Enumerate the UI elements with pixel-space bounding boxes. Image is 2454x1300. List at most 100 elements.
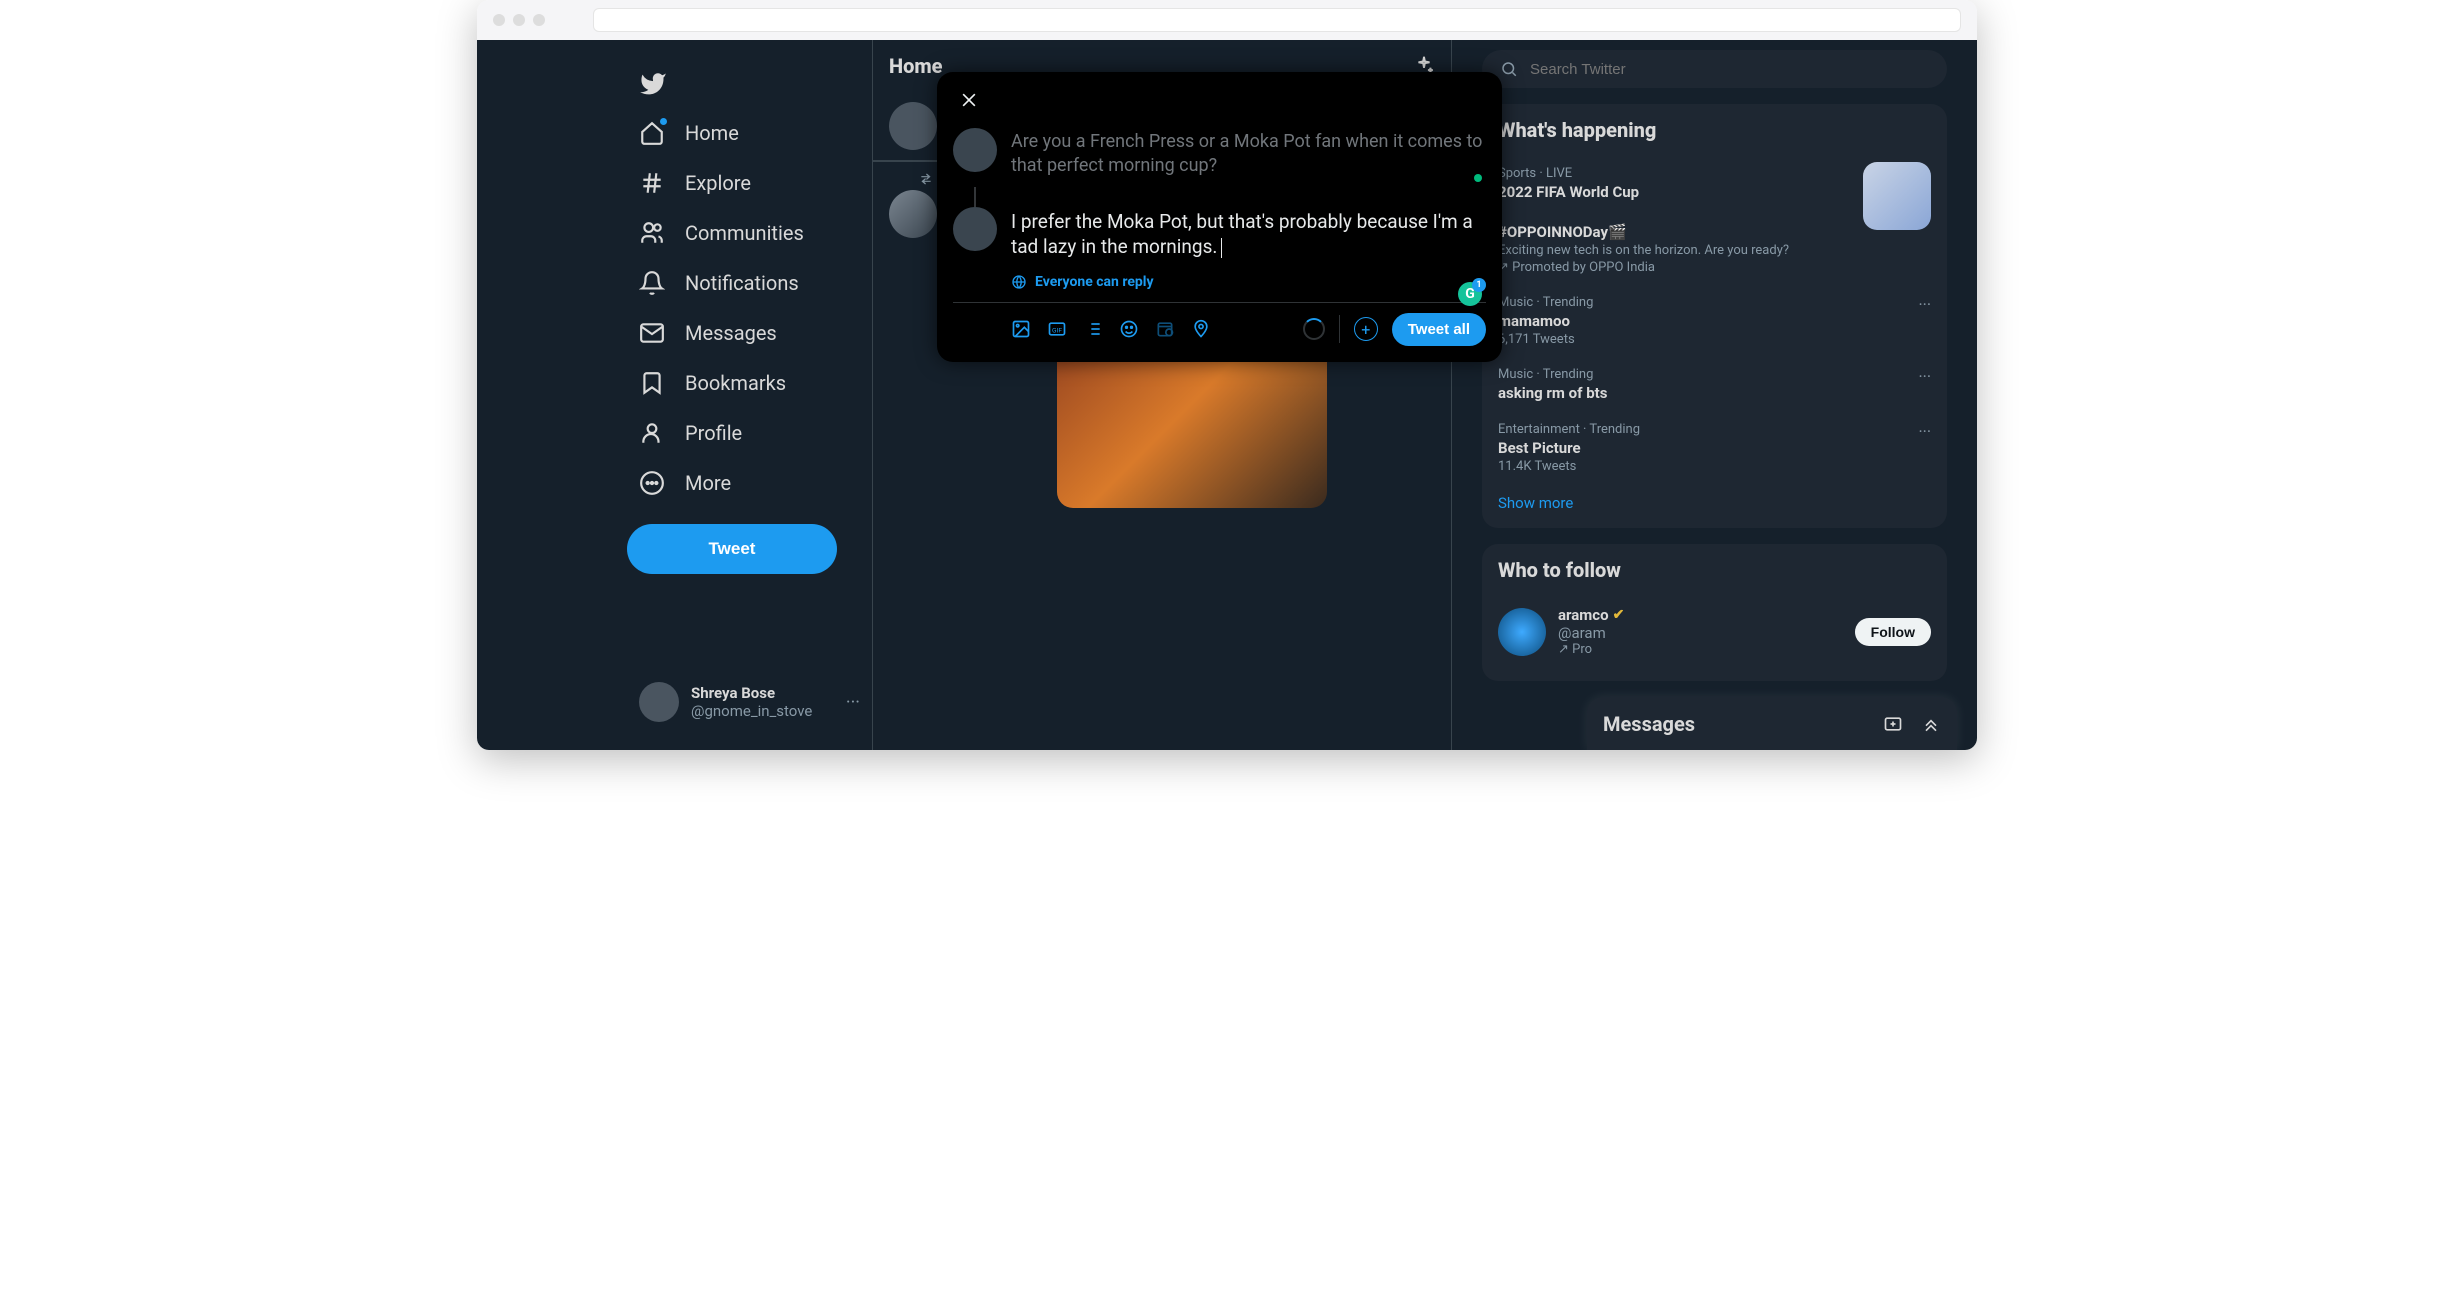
- grammarly-badge: 1: [1472, 278, 1486, 292]
- follow-handle: @aram: [1558, 624, 1624, 642]
- whats-happening-panel: What's happening Sports · LIVE 2022 FIFA…: [1482, 104, 1947, 528]
- media-icon[interactable]: [1011, 319, 1031, 339]
- account-name: Shreya Bose: [691, 684, 812, 702]
- add-tweet-button[interactable]: +: [1354, 317, 1378, 341]
- avatar: [953, 128, 997, 172]
- nav-label: Explore: [685, 171, 751, 195]
- grammarly-icon[interactable]: G1: [1458, 282, 1482, 306]
- compose-modal: Are you a French Press or a Moka Pot fan…: [937, 72, 1502, 362]
- thread-tweet-1: Are you a French Press or a Moka Pot fan…: [953, 120, 1486, 187]
- bookmark-icon: [639, 370, 665, 396]
- nav-notifications[interactable]: Notifications: [627, 258, 872, 308]
- thread-connector: [974, 187, 976, 207]
- tweet-button[interactable]: Tweet: [627, 524, 837, 574]
- reply-setting-label: Everyone can reply: [1035, 274, 1154, 290]
- ellipsis-icon[interactable]: ···: [1918, 367, 1931, 386]
- account-switcher[interactable]: Shreya Bose @gnome_in_stove ···: [627, 674, 872, 730]
- nav-bookmarks[interactable]: Bookmarks: [627, 358, 872, 408]
- nav-home[interactable]: Home: [627, 108, 872, 158]
- trend-title: Best Picture: [1498, 439, 1931, 457]
- search-icon: [1500, 60, 1518, 78]
- trend-count: 6,171 Tweets: [1498, 332, 1931, 347]
- trend-row[interactable]: Music · Trending mamamoo 6,171 Tweets ··…: [1498, 285, 1931, 357]
- traffic-dot[interactable]: [513, 14, 525, 26]
- nav-label: Profile: [685, 421, 742, 445]
- close-icon[interactable]: [953, 84, 985, 116]
- draft-text-1[interactable]: Are you a French Press or a Moka Pot fan…: [1011, 128, 1486, 179]
- address-bar[interactable]: [593, 8, 1961, 32]
- follow-suggestion[interactable]: aramco ✔ @aram ↗ Pro Follow: [1498, 596, 1931, 667]
- location-icon[interactable]: [1191, 319, 1211, 339]
- trend-category: Entertainment · Trending: [1498, 422, 1931, 437]
- text-caret: [1221, 238, 1222, 258]
- twitter-app: Home Explore Communities Notifications M…: [477, 40, 1977, 750]
- hashtag-icon: [639, 170, 665, 196]
- promo-byline: ↗ Promoted by OPPO India: [1498, 260, 1931, 275]
- trend-title: mamamoo: [1498, 312, 1931, 330]
- nav-label: Bookmarks: [685, 371, 786, 395]
- follow-name: aramco ✔: [1558, 606, 1624, 624]
- messages-drawer[interactable]: Messages: [1587, 697, 1957, 750]
- notification-dot: [660, 118, 667, 125]
- divider: [1339, 315, 1340, 343]
- event-row[interactable]: Sports · LIVE 2022 FIFA World Cup: [1498, 156, 1931, 211]
- follow-button[interactable]: Follow: [1855, 618, 1931, 646]
- account-handle: @gnome_in_stove: [691, 702, 812, 720]
- svg-text:GIF: GIF: [1052, 327, 1062, 335]
- nav-explore[interactable]: Explore: [627, 158, 872, 208]
- twitter-logo[interactable]: [627, 60, 872, 108]
- page-title: Home: [889, 54, 943, 78]
- traffic-dot[interactable]: [533, 14, 545, 26]
- ellipsis-icon: ···: [846, 692, 860, 713]
- nav-label: Notifications: [685, 271, 799, 295]
- nav-label: Communities: [685, 221, 804, 245]
- nav-profile[interactable]: Profile: [627, 408, 872, 458]
- panel-title: What's happening: [1498, 118, 1931, 142]
- trend-row[interactable]: Music · Trending asking rm of bts ···: [1498, 357, 1931, 412]
- poll-icon[interactable]: [1083, 319, 1103, 339]
- nav-label: More: [685, 471, 731, 495]
- ellipsis-icon[interactable]: ···: [1918, 422, 1931, 441]
- tweet-all-button[interactable]: Tweet all: [1392, 313, 1486, 346]
- schedule-icon[interactable]: [1155, 319, 1175, 339]
- who-to-follow-panel: Who to follow aramco ✔ @aram ↗ Pro Follo…: [1482, 544, 1947, 681]
- show-more-link[interactable]: Show more: [1498, 484, 1931, 514]
- status-dot: [1474, 174, 1482, 182]
- expand-icon[interactable]: [1921, 714, 1941, 734]
- draft-text-2[interactable]: I prefer the Moka Pot, but that's probab…: [1011, 207, 1486, 260]
- promoted-row[interactable]: #OPPOINNODay🎬 Exciting new tech is on th…: [1498, 211, 1931, 285]
- nav-label: Messages: [685, 321, 777, 345]
- new-message-icon[interactable]: [1883, 714, 1903, 734]
- avatar: [889, 190, 937, 238]
- nav-messages[interactable]: Messages: [627, 308, 872, 358]
- profile-icon: [639, 420, 665, 446]
- communities-icon: [639, 220, 665, 246]
- reply-setting[interactable]: Everyone can reply: [953, 268, 1486, 303]
- traffic-lights: [493, 14, 545, 26]
- nav-more[interactable]: More: [627, 458, 872, 508]
- search-input[interactable]: [1530, 61, 1929, 78]
- avatar: [639, 682, 679, 722]
- avatar: [953, 207, 997, 251]
- search-box[interactable]: [1482, 50, 1947, 88]
- left-sidebar: Home Explore Communities Notifications M…: [477, 40, 872, 750]
- traffic-dot[interactable]: [493, 14, 505, 26]
- home-icon: [639, 120, 665, 146]
- more-circle-icon: [639, 470, 665, 496]
- bell-icon: [639, 270, 665, 296]
- envelope-icon: [639, 320, 665, 346]
- avatar: [1498, 608, 1546, 656]
- compose-toolbar: GIF + Tweet all: [953, 303, 1486, 350]
- trend-title: asking rm of bts: [1498, 384, 1931, 402]
- nav-communities[interactable]: Communities: [627, 208, 872, 258]
- ellipsis-icon[interactable]: ···: [1918, 295, 1931, 314]
- nav-label: Home: [685, 121, 739, 145]
- trend-row[interactable]: Entertainment · Trending Best Picture 11…: [1498, 412, 1931, 484]
- promo-title: #OPPOINNODay🎬: [1498, 223, 1931, 241]
- browser-window: Home Explore Communities Notifications M…: [477, 0, 1977, 750]
- trend-count: 11.4K Tweets: [1498, 459, 1931, 474]
- gif-icon[interactable]: GIF: [1047, 319, 1067, 339]
- emoji-icon[interactable]: [1119, 319, 1139, 339]
- browser-chrome: [477, 0, 1977, 40]
- drawer-title: Messages: [1603, 712, 1695, 736]
